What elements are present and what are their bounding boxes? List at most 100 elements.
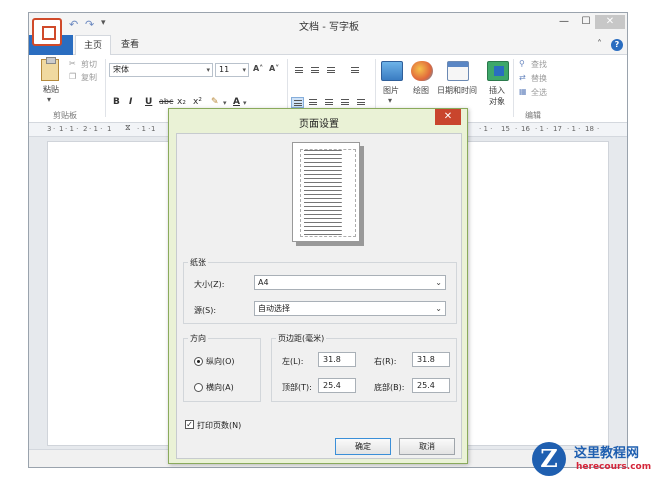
- paragraph-button[interactable]: [355, 97, 368, 108]
- lines-icon: [327, 67, 335, 73]
- underline-button[interactable]: U: [145, 97, 152, 107]
- picture-icon[interactable]: [381, 61, 403, 81]
- ruler-dots: ·: [53, 125, 56, 133]
- print-page-numbers-checkbox[interactable]: ✓: [185, 420, 194, 429]
- date-time-button-label[interactable]: 日期和时间: [437, 85, 477, 96]
- increase-indent-icon[interactable]: [309, 65, 322, 76]
- ruler-dots: · 1 ·: [567, 125, 581, 133]
- insert-object-icon[interactable]: [487, 61, 509, 81]
- highlight-dropdown-icon[interactable]: ▾: [223, 99, 227, 107]
- chevron-down-icon: ▾: [206, 66, 210, 74]
- align-right-button[interactable]: [323, 97, 336, 108]
- site-watermark: Z 这里教程网 herecours.com: [518, 438, 668, 483]
- dialog-title: 页面设置: [299, 119, 339, 130]
- ruler-dots: · 1 ·: [535, 125, 549, 133]
- copy-icon[interactable]: ❐: [69, 72, 76, 81]
- top-margin-label: 顶部(T):: [282, 383, 312, 392]
- highlight-color-icon[interactable]: ✎: [211, 97, 219, 107]
- grow-font-button[interactable]: A˄: [253, 64, 263, 73]
- paper-size-select[interactable]: A4 ⌄: [254, 275, 446, 290]
- bold-button[interactable]: B: [113, 97, 120, 107]
- paper-size-label: 大小(Z):: [194, 280, 225, 289]
- line-spacing-icon[interactable]: [349, 65, 362, 76]
- justify-button[interactable]: [339, 97, 352, 108]
- cut-icon[interactable]: ✂: [69, 59, 76, 68]
- insert-object-label-line1[interactable]: 插入: [489, 85, 505, 96]
- bottom-margin-input[interactable]: 25.4: [412, 378, 450, 393]
- cut-button[interactable]: 剪切: [81, 59, 97, 70]
- window-title: 文档 - 写字板: [299, 22, 359, 33]
- collapse-ribbon-icon[interactable]: ˄: [597, 39, 602, 50]
- decrease-indent-icon[interactable]: [293, 65, 306, 76]
- landscape-radio[interactable]: [194, 383, 203, 392]
- ruler-number: 18: [585, 125, 594, 133]
- top-margin-input[interactable]: 25.4: [318, 378, 356, 393]
- font-family-select[interactable]: 宋体 ▾: [109, 63, 213, 77]
- ruler-dots: ·: [597, 125, 600, 133]
- lines-icon: [311, 67, 319, 73]
- align-left-button[interactable]: [291, 97, 304, 108]
- paste-button-label[interactable]: 粘贴: [43, 84, 59, 95]
- help-icon[interactable]: ?: [611, 39, 623, 51]
- font-size-select[interactable]: 11 ▾: [215, 63, 249, 77]
- indent-marker-icon[interactable]: ⧖: [125, 123, 133, 137]
- paper-source-select[interactable]: 自动选择 ⌄: [254, 301, 446, 316]
- chevron-down-icon: ⌄: [435, 278, 442, 287]
- right-margin-label: 右(R):: [374, 357, 397, 366]
- orientation-group: 方向 纵向(O) 横向(A): [183, 333, 261, 402]
- paint-drawing-icon[interactable]: [411, 61, 433, 81]
- paper-source-value: 自动选择: [258, 304, 290, 313]
- copy-button[interactable]: 复制: [81, 72, 97, 83]
- lines-icon: [357, 99, 365, 105]
- paper-source-label: 源(S):: [194, 306, 217, 315]
- ok-button[interactable]: 确定: [335, 438, 391, 455]
- minimize-button[interactable]: —: [553, 15, 575, 29]
- cancel-button[interactable]: 取消: [399, 438, 455, 455]
- left-margin-input[interactable]: 31.8: [318, 352, 356, 367]
- subscript-button[interactable]: x₂: [177, 97, 186, 107]
- shrink-font-button[interactable]: A˅: [269, 64, 279, 73]
- italic-button[interactable]: I: [129, 97, 132, 107]
- paste-icon[interactable]: [41, 57, 59, 81]
- font-color-button[interactable]: A: [233, 97, 240, 107]
- preview-text-lines: [300, 149, 356, 237]
- picture-dropdown-icon[interactable]: ▾: [388, 96, 392, 105]
- tab-home[interactable]: 主页: [75, 35, 112, 56]
- ruler-number: 2: [83, 125, 88, 133]
- bottom-margin-label: 底部(B):: [374, 383, 405, 392]
- paint-drawing-button-label[interactable]: 绘图: [413, 85, 429, 96]
- picture-button-label[interactable]: 图片: [383, 85, 399, 96]
- font-family-value: 宋体: [113, 65, 129, 74]
- replace-button[interactable]: 替换: [531, 73, 547, 84]
- landscape-label[interactable]: 横向(A): [206, 382, 234, 393]
- group-divider: [513, 59, 514, 117]
- watermark-site-name: 这里教程网: [574, 446, 640, 461]
- dialog-close-button[interactable]: ✕: [435, 109, 461, 125]
- calendar-icon[interactable]: [447, 61, 469, 81]
- portrait-label[interactable]: 纵向(O): [206, 356, 235, 367]
- ruler-number: 1: [151, 125, 156, 133]
- strikethrough-button[interactable]: abc: [159, 97, 173, 106]
- orientation-legend: 方向: [188, 333, 208, 344]
- select-all-icon: ▦: [519, 87, 527, 96]
- margins-legend: 页边距(毫米): [276, 333, 327, 344]
- select-all-button[interactable]: 全选: [531, 87, 547, 98]
- tab-view[interactable]: 查看: [113, 35, 147, 55]
- superscript-button[interactable]: x²: [193, 97, 202, 107]
- paste-dropdown-icon[interactable]: ▾: [47, 95, 51, 104]
- find-button[interactable]: 查找: [531, 59, 547, 70]
- right-margin-input[interactable]: 31.8: [412, 352, 450, 367]
- print-page-numbers-label[interactable]: 打印页数(N): [197, 420, 241, 431]
- bullets-icon[interactable]: [325, 65, 338, 76]
- font-color-dropdown-icon[interactable]: ▾: [243, 99, 247, 107]
- close-button[interactable]: ✕: [595, 15, 625, 29]
- title-bar: ↶ ↷ ▾ 文档 - 写字板 — ☐ ✕: [29, 13, 627, 35]
- wordpad-app-icon[interactable]: [32, 18, 62, 46]
- maximize-button[interactable]: ☐: [575, 15, 597, 29]
- paper-size-value: A4: [258, 278, 269, 287]
- insert-object-label-line2[interactable]: 对象: [489, 96, 505, 107]
- portrait-radio[interactable]: [194, 357, 203, 366]
- watermark-logo-icon: Z: [532, 442, 566, 476]
- align-center-button[interactable]: [307, 97, 320, 108]
- paper-group: 纸张 大小(Z): A4 ⌄ 源(S): 自动选择 ⌄: [183, 257, 457, 324]
